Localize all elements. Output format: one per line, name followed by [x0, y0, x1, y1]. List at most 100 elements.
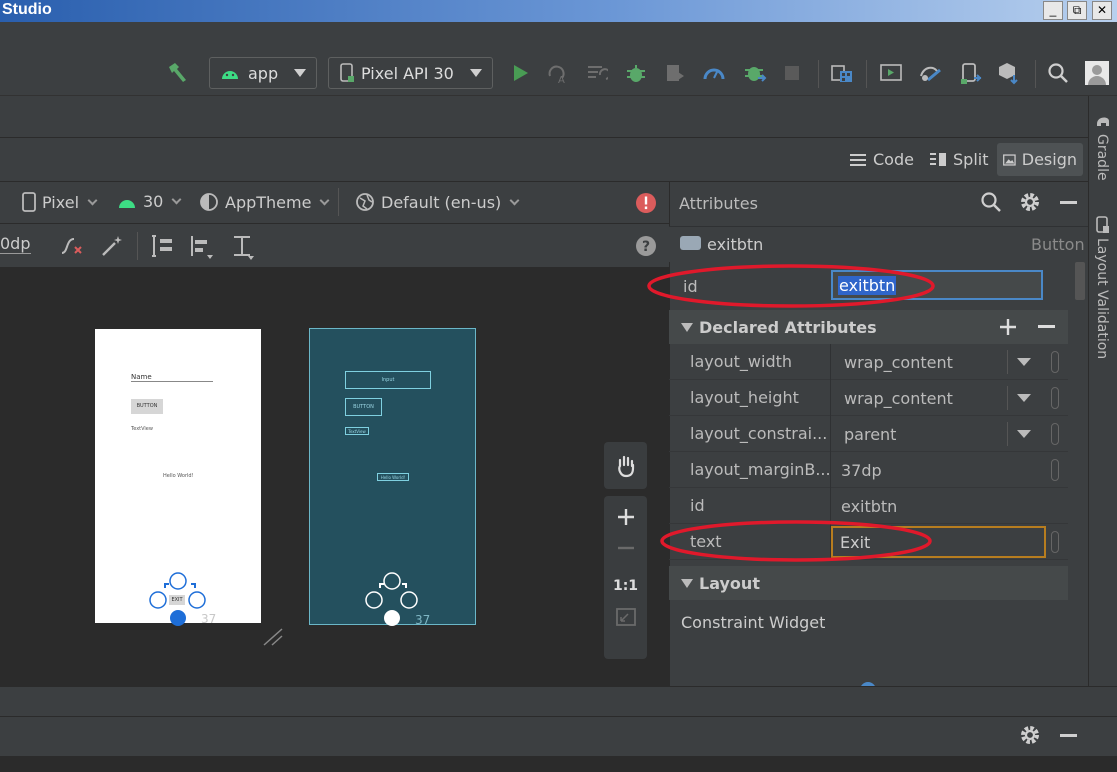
svg-text:A: A: [558, 75, 565, 84]
apply-changes-icon[interactable]: A: [546, 62, 568, 84]
locale-dropdown[interactable]: Default (en-us): [355, 192, 520, 212]
minimize-panel-icon[interactable]: [1060, 201, 1077, 204]
api-label: 30: [143, 192, 164, 211]
pan-tool[interactable]: [604, 442, 647, 489]
help-icon[interactable]: ?: [635, 235, 657, 257]
design-toolbar: [0, 182, 669, 224]
gear-icon[interactable]: [1019, 191, 1041, 213]
attr-value[interactable]: wrap_content: [844, 389, 953, 408]
layout-section-header[interactable]: Layout: [669, 566, 1068, 600]
blueprint-input[interactable]: Input: [345, 371, 431, 389]
close-button[interactable]: ✕: [1092, 1, 1112, 20]
gear-icon[interactable]: [1019, 724, 1041, 746]
collapse-triangle-icon: [681, 322, 693, 332]
user-icon[interactable]: [1085, 61, 1109, 85]
device-label: Pixel API 30: [361, 63, 454, 83]
autoconnect-icon[interactable]: [60, 235, 86, 257]
sdk-manager-icon[interactable]: [997, 61, 1021, 85]
error-icon[interactable]: [635, 192, 657, 214]
zoom-out-icon[interactable]: [617, 546, 635, 550]
blueprint-constraint-handles[interactable]: [362, 571, 422, 631]
module-select[interactable]: app: [209, 57, 317, 89]
attributes-title: Attributes: [679, 194, 758, 213]
zoom-fit-icon[interactable]: [615, 608, 636, 626]
stop-icon[interactable]: [783, 64, 801, 82]
zoom-actual-size[interactable]: 1:1: [604, 578, 647, 594]
attr-value[interactable]: parent: [844, 425, 896, 444]
attr-resource-button[interactable]: [1051, 423, 1059, 445]
attr-divider: [830, 380, 831, 416]
svg-text:?: ?: [642, 239, 650, 255]
toolbar-separator: [137, 232, 138, 260]
search-icon[interactable]: [1047, 62, 1069, 84]
restore-button[interactable]: ⧉: [1067, 1, 1087, 20]
attr-resource-button[interactable]: [1051, 459, 1059, 481]
attr-value[interactable]: wrap_content: [844, 353, 953, 372]
zoom-toolbox: 1:1: [604, 496, 647, 659]
gradle-label[interactable]: Gradle: [1094, 134, 1110, 181]
device-dropdown[interactable]: Pixel: [22, 192, 98, 212]
attr-value[interactable]: exitbtn: [841, 497, 897, 516]
chevron-down-icon: [470, 69, 482, 77]
toolbar-separator: [338, 188, 339, 216]
android-icon: [222, 71, 238, 79]
attach-debugger-icon[interactable]: [743, 61, 767, 85]
tab-split[interactable]: Split: [923, 143, 994, 176]
globe-icon: [356, 193, 374, 211]
attr-name: layout_width: [690, 352, 793, 371]
code-view-icon: [850, 153, 866, 166]
align-icon[interactable]: [189, 234, 215, 260]
attr-name: layout_height: [690, 388, 799, 407]
blueprint-hello: Hello World!: [377, 473, 409, 481]
blueprint-button[interactable]: BUTTON: [345, 398, 382, 416]
pack-icon[interactable]: [150, 234, 176, 258]
run-icon[interactable]: [510, 63, 530, 83]
layout-validation-tool-window[interactable]: [1096, 216, 1110, 234]
minimize-panel-icon[interactable]: [1060, 734, 1077, 737]
locale-label: Default (en-us): [381, 192, 502, 212]
theme-dropdown[interactable]: AppTheme: [199, 192, 330, 212]
add-attribute-icon[interactable]: [999, 318, 1017, 336]
preview-hello: Hello World!: [163, 473, 194, 479]
avd-manager-icon[interactable]: [879, 62, 903, 84]
guidelines-icon[interactable]: [231, 234, 257, 260]
scrollbar[interactable]: [1075, 262, 1085, 300]
search-icon[interactable]: [980, 191, 1002, 213]
sync-icon[interactable]: [918, 62, 944, 84]
chevron-down-icon[interactable]: [1007, 422, 1039, 446]
component-type: Button: [1031, 235, 1085, 254]
phone-icon: [22, 192, 36, 212]
remove-attribute-icon[interactable]: [1038, 325, 1055, 328]
profiler-gauge-icon[interactable]: [702, 62, 726, 82]
constraint-widget-label: Constraint Widget: [681, 613, 826, 632]
gradle-tool-window[interactable]: [1095, 112, 1111, 128]
tab-code[interactable]: Code: [843, 143, 920, 176]
attr-resource-button[interactable]: [1051, 387, 1059, 409]
device-manager-icon[interactable]: [959, 62, 983, 86]
resize-handle-icon[interactable]: [262, 627, 284, 647]
bottom-strip: [0, 756, 1117, 772]
attr-value[interactable]: 37dp: [841, 461, 882, 480]
layout-validation-label[interactable]: Layout Validation: [1094, 238, 1110, 359]
preview-button[interactable]: BUTTON: [131, 399, 163, 414]
apply-code-icon[interactable]: [586, 63, 608, 83]
attr-resource-button[interactable]: [1051, 531, 1059, 553]
chevron-down-icon[interactable]: [1007, 386, 1039, 410]
name-edittext[interactable]: Name: [131, 373, 213, 382]
zoom-in-icon[interactable]: [617, 508, 635, 526]
attr-resource-button[interactable]: [1051, 351, 1059, 373]
debug-icon[interactable]: [625, 62, 647, 84]
magic-wand-icon[interactable]: [100, 234, 124, 258]
chevron-down-icon: [87, 195, 98, 205]
api-dropdown[interactable]: 30: [117, 192, 182, 211]
chevron-down-icon[interactable]: [1007, 350, 1039, 374]
minimize-button[interactable]: _: [1043, 1, 1063, 20]
hammer-icon[interactable]: [166, 61, 190, 85]
profile-icon[interactable]: [664, 62, 686, 84]
device-select[interactable]: Pixel API 30: [328, 57, 493, 89]
tab-design[interactable]: Design: [997, 143, 1083, 176]
default-margin-field[interactable]: 0dp: [0, 234, 31, 254]
button-widget-icon: [680, 236, 701, 250]
project-structure-icon[interactable]: [830, 62, 854, 84]
constraint-handles[interactable]: [148, 571, 208, 631]
